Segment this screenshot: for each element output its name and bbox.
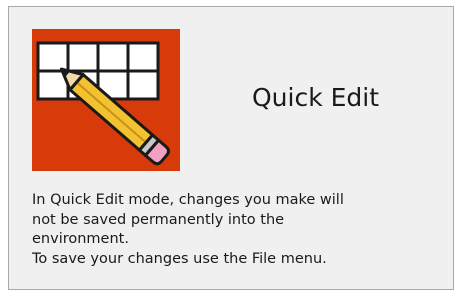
- message-line: environment.: [32, 231, 129, 247]
- dialog-title: Quick Edit: [252, 83, 380, 112]
- dialog-message: In Quick Edit mode, changes you make wil…: [32, 191, 452, 269]
- message-line: In Quick Edit mode, changes you make wil…: [32, 192, 344, 208]
- quick-edit-icon: [32, 29, 180, 171]
- message-line: To save your changes use the File menu.: [32, 250, 327, 267]
- quick-edit-info-panel: Quick Edit In Quick Edit mode, changes y…: [8, 6, 454, 290]
- message-line: not be saved permanently into the: [32, 211, 285, 228]
